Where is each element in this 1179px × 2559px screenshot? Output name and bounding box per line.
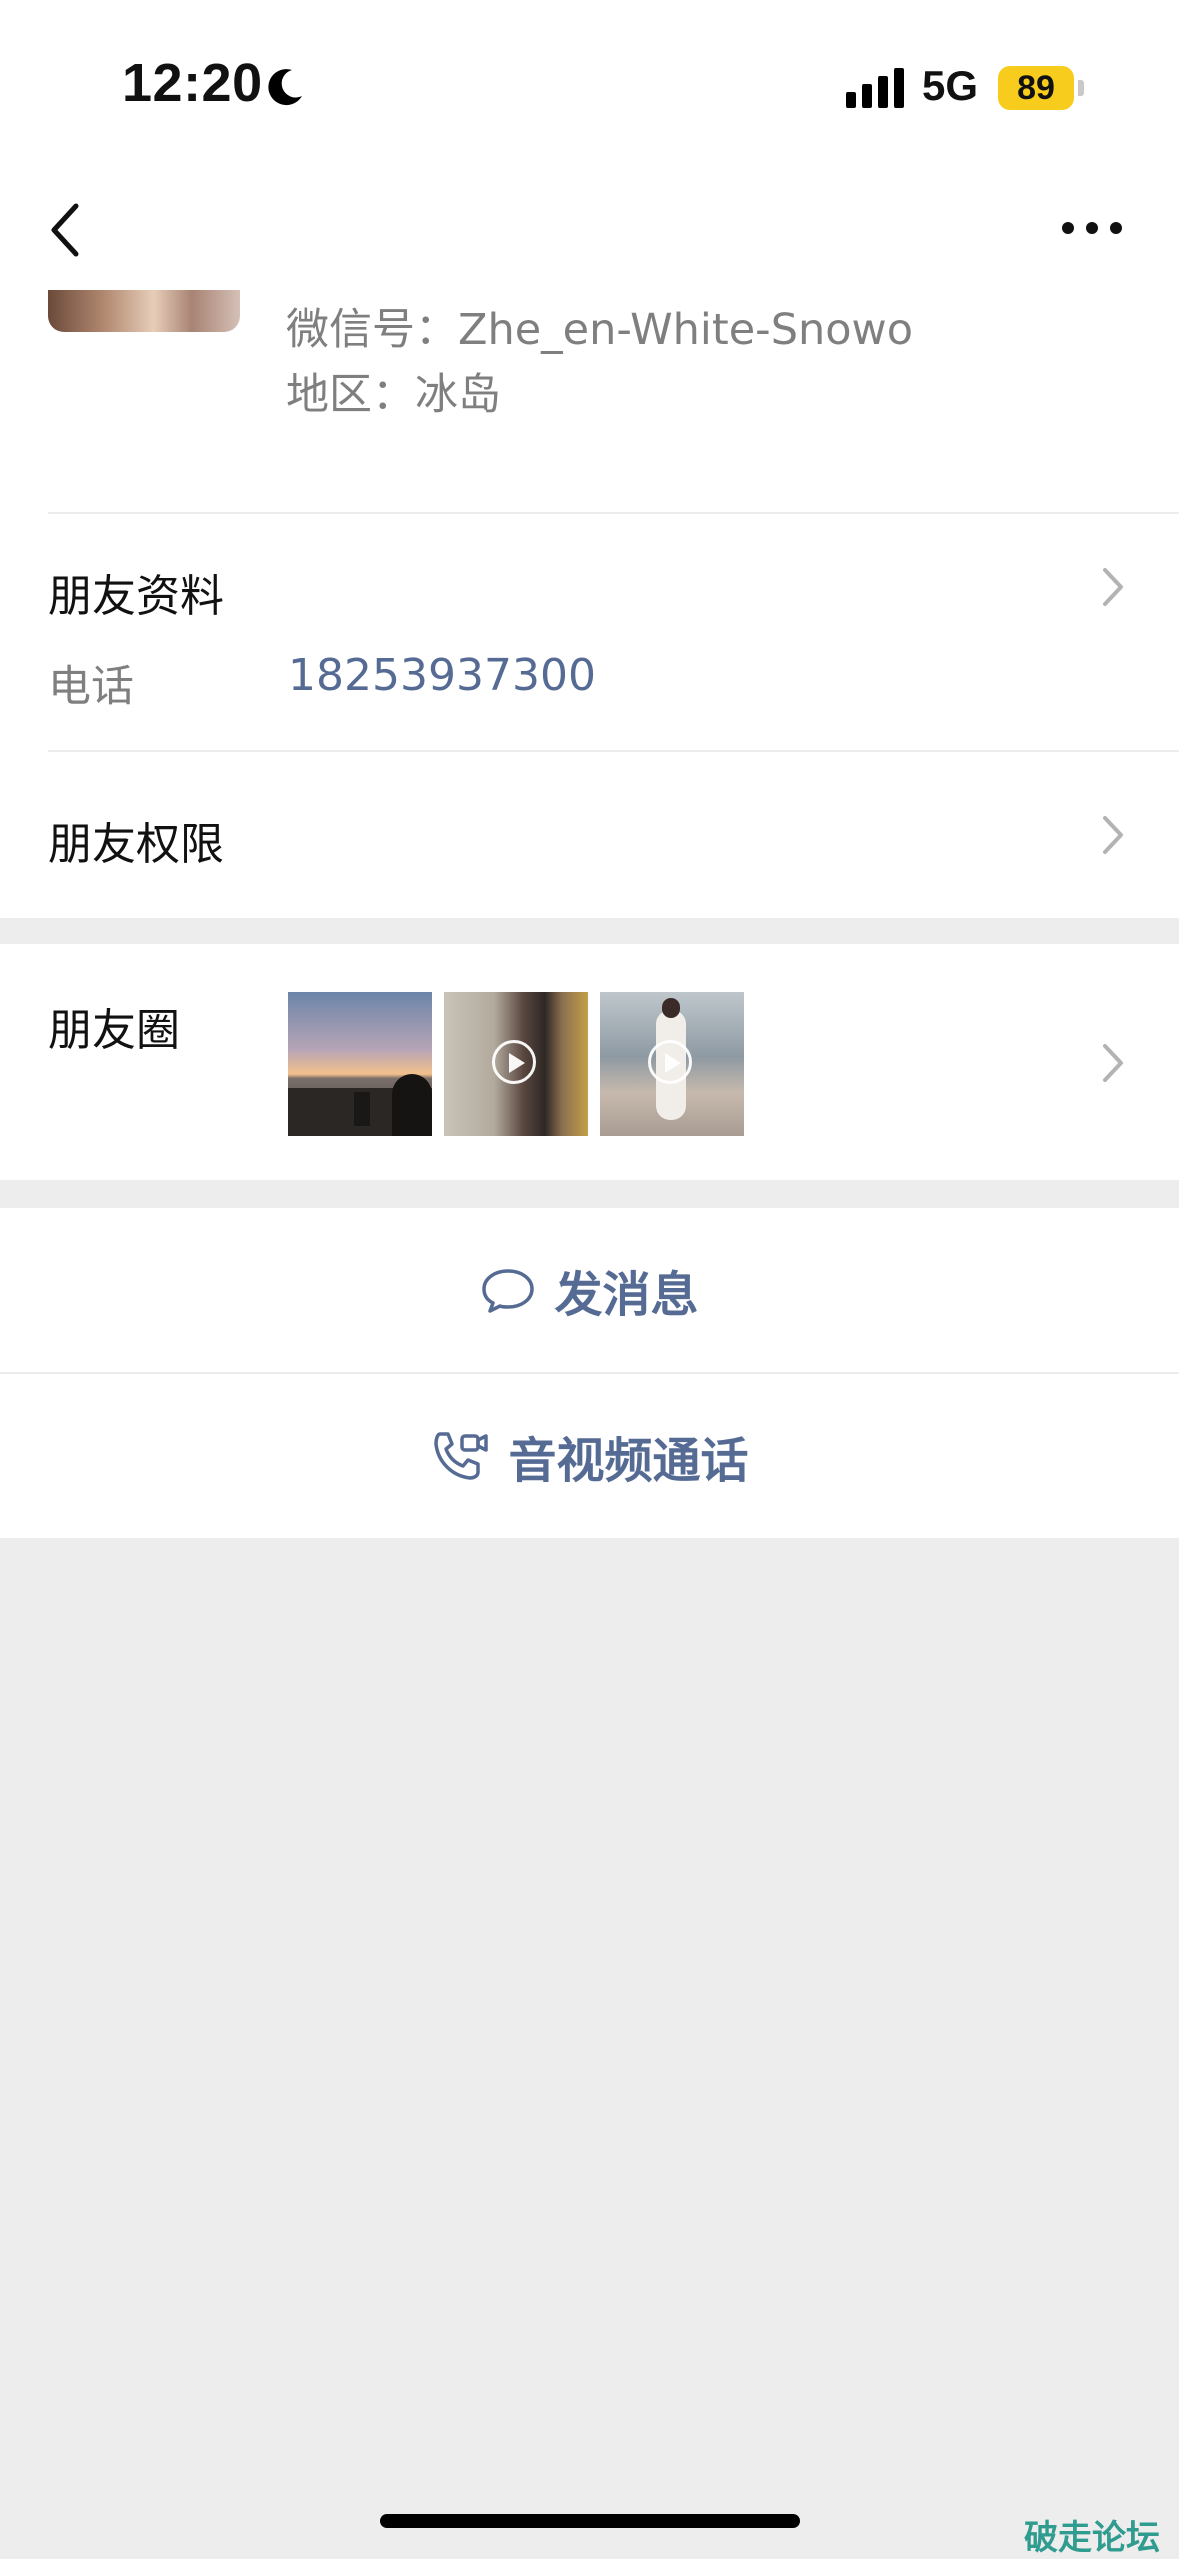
- moments-video-thumbnail[interactable]: [600, 992, 744, 1136]
- phone-label: 电话: [48, 662, 134, 712]
- moon-icon: [268, 69, 302, 106]
- divider: [48, 750, 1179, 752]
- phone-number[interactable]: 18253937300: [288, 650, 596, 701]
- send-message-content: 发消息: [0, 1208, 1179, 1372]
- battery-indicator: 89: [998, 66, 1074, 110]
- chevron-right-icon: [1103, 1044, 1123, 1082]
- av-call-label: 音视频通话: [508, 1433, 749, 1489]
- divider: [48, 512, 1179, 514]
- moments-thumbnail[interactable]: [288, 992, 432, 1136]
- avatar[interactable]: [48, 290, 240, 332]
- battery-tip: [1078, 80, 1084, 96]
- av-call-content: 音视频通话: [0, 1374, 1179, 1538]
- watermark: 破走论坛: [1024, 2518, 1160, 2558]
- chat-bubble-icon: [482, 1269, 535, 1313]
- send-message-button[interactable]: 发消息: [0, 1208, 1179, 1372]
- av-call-button[interactable]: 音视频通话: [0, 1374, 1179, 1538]
- wechat-id: 微信号：Zhe_en-White-Snowo: [286, 305, 914, 355]
- status-time: 12:20: [122, 53, 263, 113]
- friend-permissions-title[interactable]: 朋友权限: [48, 808, 224, 872]
- chevron-right-icon: [1103, 568, 1123, 606]
- send-message-label: 发消息: [554, 1267, 699, 1323]
- network-type: 5G: [922, 62, 979, 109]
- signal-icon: [846, 68, 904, 108]
- friend-info-title[interactable]: 朋友资料: [48, 560, 224, 624]
- play-icon: [648, 1040, 692, 1084]
- section-gap: [0, 918, 1179, 944]
- play-icon: [492, 1040, 536, 1084]
- moments-section[interactable]: [0, 944, 1179, 1180]
- navigation-bar: [0, 170, 1179, 290]
- moments-title: 朋友圈: [48, 1005, 180, 1056]
- chevron-right-icon: [1103, 816, 1123, 854]
- chevron-left-icon[interactable]: [44, 200, 84, 260]
- home-indicator[interactable]: [380, 2514, 800, 2528]
- moments-video-thumbnail[interactable]: [444, 992, 588, 1136]
- region: 地区：冰岛: [286, 370, 501, 420]
- more-dots-icon[interactable]: [1060, 208, 1124, 248]
- section-gap: [0, 1180, 1179, 1208]
- video-call-icon: [434, 1432, 489, 1480]
